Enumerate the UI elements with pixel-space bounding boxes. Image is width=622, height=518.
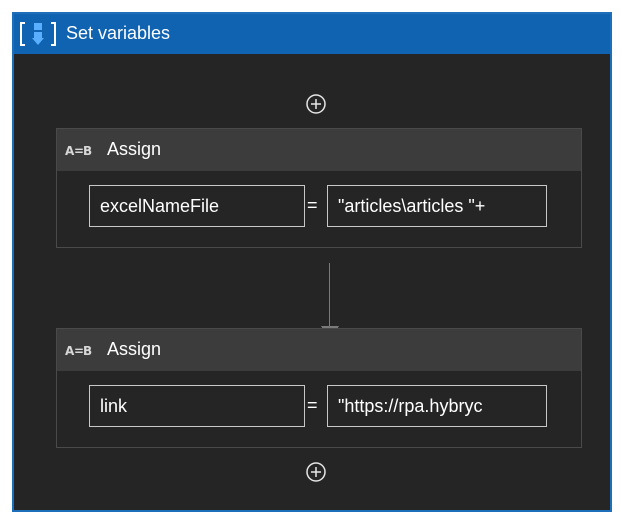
- assign-activity-2[interactable]: A = B Assign link = "https://rpa.hybryc: [56, 328, 582, 448]
- assign-title: Assign: [107, 339, 162, 359]
- assign-value-field[interactable]: "https://rpa.hybryc: [327, 385, 547, 427]
- assign-operator: =: [307, 395, 318, 415]
- assign-title: Assign: [107, 139, 162, 159]
- flow-connector: [329, 263, 330, 329]
- assign-value-field[interactable]: "articles\articles "+: [327, 185, 547, 227]
- add-activity-button-bottom[interactable]: [305, 461, 327, 483]
- sequence-header[interactable]: Set variables: [14, 14, 610, 54]
- assign-to-field[interactable]: link: [89, 385, 305, 427]
- assign-body-2: link = "https://rpa.hybryc: [57, 371, 581, 447]
- add-activity-button-top[interactable]: [305, 93, 327, 115]
- plus-circle-icon: [306, 94, 326, 114]
- assign-abc-icon: A = B: [65, 142, 95, 158]
- assign-to-field[interactable]: excelNameFile: [89, 185, 305, 227]
- plus-circle-icon: [306, 462, 326, 482]
- assign-abc-icon: A = B: [65, 342, 95, 358]
- assign-body-1: excelNameFile = "articles\articles "+: [57, 171, 581, 247]
- assign-operator: =: [307, 195, 318, 215]
- sequence-title: Set variables: [66, 23, 171, 43]
- sequence-container[interactable]: Set variables A = B Assign excelNameFile…: [12, 12, 612, 512]
- assign-header-2[interactable]: A = B Assign: [57, 329, 581, 371]
- svg-text:B: B: [83, 144, 92, 158]
- sequence-brackets-icon: [18, 21, 58, 47]
- assign-header-1[interactable]: A = B Assign: [57, 129, 581, 171]
- assign-activity-1[interactable]: A = B Assign excelNameFile = "articles\a…: [56, 128, 582, 248]
- svg-text:B: B: [83, 344, 92, 358]
